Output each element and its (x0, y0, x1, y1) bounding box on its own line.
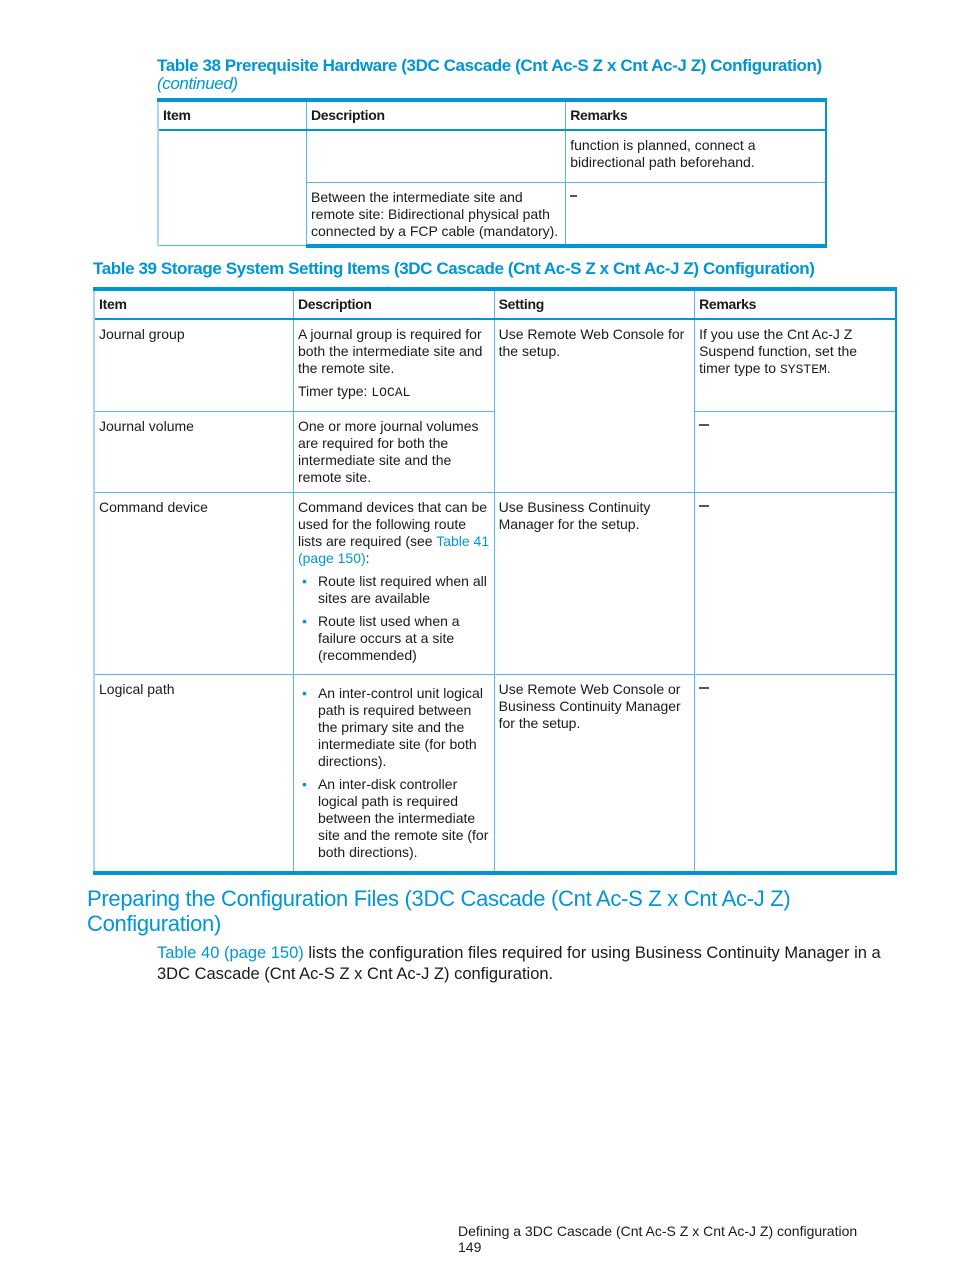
cell-description: A journal group is required for both the… (292, 318, 495, 412)
column-header-description: Description (292, 288, 495, 320)
remarks-code: SYSTEM (779, 362, 827, 377)
timer-type-value: LOCAL (371, 385, 411, 400)
section-heading: Preparing the Configuration Files (3DC C… (87, 886, 791, 936)
description-post: : (365, 549, 370, 566)
bullet-item: An inter-disk controller logical path is… (302, 776, 490, 861)
column-header-remarks: Remarks (565, 99, 828, 131)
column-header-remarks: Remarks (694, 288, 898, 320)
cell-remarks (694, 673, 898, 875)
description-text: Command devices that can be used for the… (298, 499, 490, 567)
description-text: A journal group is required for both the… (297, 326, 483, 376)
cell-description: Command devices that can be used for the… (292, 491, 495, 675)
cell-item: Journal group (92, 318, 294, 412)
table-38-caption: Table 38 Prerequisite Hardware (3DC Casc… (157, 57, 837, 93)
table-header-row: Item Description Setting Remarks (92, 288, 898, 320)
bullet-item: An inter-control unit logical path is re… (302, 685, 490, 770)
cell-remarks: If you use the Cnt Ac-J Z Suspend functi… (694, 318, 898, 412)
dash-placeholder (699, 687, 710, 690)
timer-type: Timer type: LOCAL (298, 383, 490, 401)
column-header-item: Item (157, 99, 307, 131)
remarks-text: If you use the Cnt Ac-J Z Suspend functi… (699, 326, 858, 376)
bullet-list: An inter-control unit logical path is re… (298, 685, 490, 861)
bullet-item: Route list used when a failure occurs at… (302, 613, 490, 664)
cell-setting: Use Remote Web Console or Business Conti… (493, 673, 696, 875)
table-row: function is planned, connect a bidirecti… (157, 129, 828, 246)
column-header-setting: Setting (493, 288, 696, 320)
cell-setting: Use Business Continuity Manager for the … (493, 491, 696, 675)
remarks-period: . (826, 360, 831, 376)
cell-remarks (565, 181, 828, 248)
cell-item (157, 129, 307, 246)
cell-description: Between the intermediate site and remote… (305, 181, 567, 248)
column-header-description: Description (305, 99, 567, 131)
dash-placeholder (699, 424, 710, 427)
dash-placeholder (699, 505, 710, 508)
cell-setting: Use Remote Web Console for the setup. (493, 318, 696, 493)
table-row: Journal group A journal group is require… (92, 318, 898, 493)
cell-remarks (694, 410, 898, 493)
table-38-continued: (continued) (157, 74, 238, 93)
table-39-caption: Table 39 Storage System Setting Items (3… (93, 259, 815, 278)
cell-item: Logical path (92, 673, 294, 875)
cell-item: Command device (92, 491, 294, 675)
section-body: Table 40 (page 150) lists the configurat… (157, 943, 902, 985)
table-38: Item Description Remarks function is pla… (157, 98, 828, 248)
cell-remarks: function is planned, connect a bidirecti… (565, 129, 828, 183)
cell-remarks (694, 491, 898, 675)
bullet-list: Route list required when all sites are a… (298, 573, 490, 664)
page-footer: Defining a 3DC Cascade (Cnt Ac-S Z x Cnt… (458, 1223, 898, 1255)
footer-title: Defining a 3DC Cascade (Cnt Ac-S Z x Cnt… (458, 1223, 858, 1239)
timer-type-label: Timer type: (297, 383, 372, 399)
table-header-row: Item Description Remarks (157, 99, 828, 131)
table-39: Item Description Setting Remarks Journal… (92, 287, 898, 875)
column-header-item: Item (92, 288, 294, 320)
table-38-title: Table 38 Prerequisite Hardware (3DC Casc… (157, 56, 822, 75)
bullet-item: Route list required when all sites are a… (302, 573, 490, 607)
page-number: 149 (458, 1239, 482, 1255)
dash-placeholder (570, 195, 578, 198)
cell-description (305, 129, 567, 183)
table-row: Command device Command devices that can … (92, 491, 898, 675)
cell-description: One or more journal volumes are required… (292, 410, 495, 493)
table-row: Logical path An inter-control unit logic… (92, 673, 898, 875)
table-40-link[interactable]: Table 40 (page 150) (157, 944, 304, 962)
cell-item: Journal volume (92, 410, 294, 493)
cell-description: An inter-control unit logical path is re… (292, 673, 495, 875)
